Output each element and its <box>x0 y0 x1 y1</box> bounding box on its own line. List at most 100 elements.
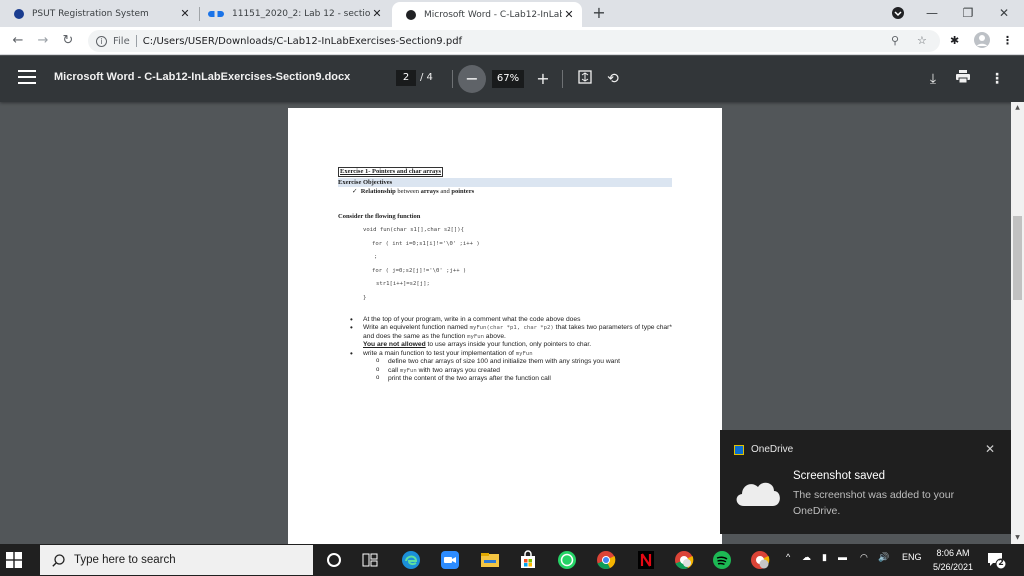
pdf-title: Microsoft Word - C-Lab12-InLabExercises-… <box>54 71 351 83</box>
minimize-button[interactable]: — <box>914 0 950 27</box>
scrollbar-track[interactable] <box>1011 102 1024 544</box>
profile-menu-icon[interactable] <box>880 0 916 27</box>
wifi-icon[interactable]: ◠ <box>860 552 868 563</box>
zoom-icon[interactable]: ⚲ <box>891 34 899 47</box>
file-explorer-icon[interactable] <box>480 550 500 570</box>
volume-icon[interactable]: 🔊 <box>878 552 889 563</box>
list-text: At the top of your program, write in a c… <box>363 315 581 323</box>
onedrive-app-icon <box>734 445 744 455</box>
taskbar-search-input[interactable]: Type here to search <box>40 545 313 575</box>
hamburger-menu-icon[interactable] <box>18 70 36 84</box>
download-icon[interactable]: ⤓ <box>924 70 942 88</box>
restore-button[interactable]: ❐ <box>950 0 986 27</box>
clock-time: 8:06 AM <box>936 548 970 558</box>
code-block: void fun(char s1[],char s2[]){ for ( int… <box>338 224 674 306</box>
show-hidden-icons-icon[interactable]: ^ <box>786 552 790 562</box>
more-actions-icon[interactable]: ⋮ <box>988 70 1006 88</box>
inline-code: myFun <box>467 333 484 340</box>
edge-icon[interactable] <box>401 550 421 570</box>
onedrive-notification[interactable]: OneDrive ✕ Screenshot saved The screensh… <box>720 430 1011 534</box>
bookmark-star-icon[interactable]: ☆ <box>917 34 927 47</box>
list-text: with two arrays you created <box>416 366 501 374</box>
code-line: } <box>363 294 367 301</box>
objective-word: between <box>395 188 421 195</box>
new-tab-button[interactable]: + <box>590 3 608 23</box>
chrome-user-icon[interactable] <box>750 550 770 570</box>
list-text: call <box>388 366 400 374</box>
objective-word: Relationship <box>360 188 396 195</box>
inline-code: myFun(char *p1, char *p2) <box>469 325 554 332</box>
battery-icon[interactable]: ▬ <box>838 552 847 562</box>
meeting-favicon-icon <box>208 10 224 17</box>
forward-button[interactable]: → <box>33 31 53 51</box>
search-placeholder: Type here to search <box>74 554 176 566</box>
close-tab-icon[interactable]: ✕ <box>562 8 576 21</box>
exercise-title: Exercise 1- Pointers and char arrays <box>338 167 444 177</box>
inline-code: myFun <box>399 367 417 374</box>
globe-favicon-icon <box>406 9 416 20</box>
fit-page-icon[interactable] <box>576 70 594 88</box>
search-icon <box>52 553 65 567</box>
zoom-app-icon[interactable] <box>440 550 460 570</box>
scroll-down-icon[interactable]: ▼ <box>1011 532 1024 544</box>
taskbar: Type here to search ^ ☁ ▮ ▬ ◠ 🔊 ENG 8:06… <box>0 544 1024 576</box>
reload-button[interactable]: ↻ <box>58 31 78 51</box>
sub-list-item: define two char arrays of size 100 and i… <box>338 357 674 367</box>
list-text: write a main function to test your imple… <box>363 349 516 357</box>
close-window-button[interactable]: ✕ <box>986 0 1022 27</box>
pdf-toolbar: Microsoft Word - C-Lab12-InLabExercises-… <box>0 56 1024 102</box>
toast-heading: Screenshot saved <box>793 470 886 482</box>
zoom-level-input[interactable]: 67% <box>492 70 524 88</box>
netflix-icon[interactable] <box>636 550 656 570</box>
list-text: Write an equivelent function named <box>363 324 470 332</box>
cortana-icon[interactable] <box>324 550 344 570</box>
language-indicator[interactable]: ENG <box>902 552 922 562</box>
tab-lab12[interactable]: 11151_2020_2: Lab 12 - section 9 ✕ <box>200 0 390 27</box>
tab-strip: PSUT Registration System ✕ 11151_2020_2:… <box>0 0 1024 27</box>
tab-psut[interactable]: PSUT Registration System ✕ <box>0 0 198 27</box>
address-bar[interactable]: i File C:/Users/USER/Downloads/C-Lab12-I… <box>88 30 940 52</box>
store-icon[interactable] <box>518 550 538 570</box>
inline-code: myFun <box>515 350 533 357</box>
pdf-page: Exercise 1- Pointers and char arrays Exe… <box>288 108 722 548</box>
tab-pdf[interactable]: Microsoft Word - C-Lab12-InLab ✕ <box>392 2 582 27</box>
onedrive-tray-icon[interactable]: ☁ <box>802 552 811 563</box>
browser-toolbar: ← → ↻ i File C:/Users/USER/Downloads/C-L… <box>0 27 1024 55</box>
extensions-icon[interactable]: ✱ <box>950 34 959 47</box>
emphasis-text: You are not allowed <box>363 341 426 349</box>
browser-menu-icon[interactable]: ⋮ <box>1002 34 1013 47</box>
back-button[interactable]: ← <box>8 31 28 51</box>
code-line: ; <box>374 254 378 261</box>
close-tab-icon[interactable]: ✕ <box>178 7 192 20</box>
zoom-in-button[interactable]: + <box>534 70 552 88</box>
instruction-list: At the top of your program, write in a c… <box>338 316 674 384</box>
usb-tray-icon[interactable]: ▮ <box>822 552 827 563</box>
scroll-up-icon[interactable]: ▲ <box>1011 102 1024 114</box>
action-center-button[interactable]: 2 <box>986 551 1007 570</box>
objective-word: pointers <box>451 188 475 195</box>
list-item: At the top of your program, write in a c… <box>338 316 674 325</box>
scrollbar-thumb[interactable] <box>1013 216 1022 300</box>
code-line: for ( j=0;s2[j]!='\0' ;j++ ) <box>372 267 467 274</box>
objective-word: and <box>438 188 452 195</box>
info-icon[interactable]: i <box>96 35 107 47</box>
page-number-input[interactable]: 2 <box>396 70 416 86</box>
chrome-profile-icon[interactable] <box>674 550 694 570</box>
avatar[interactable] <box>974 32 990 51</box>
close-tab-icon[interactable]: ✕ <box>370 7 384 20</box>
psut-favicon-icon <box>14 8 24 19</box>
close-icon[interactable]: ✕ <box>985 442 995 456</box>
whatsapp-icon[interactable] <box>557 550 577 570</box>
task-view-icon[interactable] <box>360 550 380 570</box>
windows-start-icon[interactable] <box>6 552 22 568</box>
print-icon[interactable] <box>954 70 972 88</box>
objective-item: ✓ Relationship between arrays and pointe… <box>352 187 674 197</box>
clock[interactable]: 8:06 AM 5/26/2021 <box>925 546 981 574</box>
spotify-icon[interactable] <box>712 550 732 570</box>
check-icon: ✓ <box>352 188 358 195</box>
rotate-icon[interactable]: ⟲ <box>604 70 622 88</box>
zoom-out-button[interactable]: − <box>458 65 486 93</box>
chrome-icon[interactable] <box>596 550 616 570</box>
consider-heading: Consider the flowing function <box>338 213 421 220</box>
divider <box>562 70 563 88</box>
